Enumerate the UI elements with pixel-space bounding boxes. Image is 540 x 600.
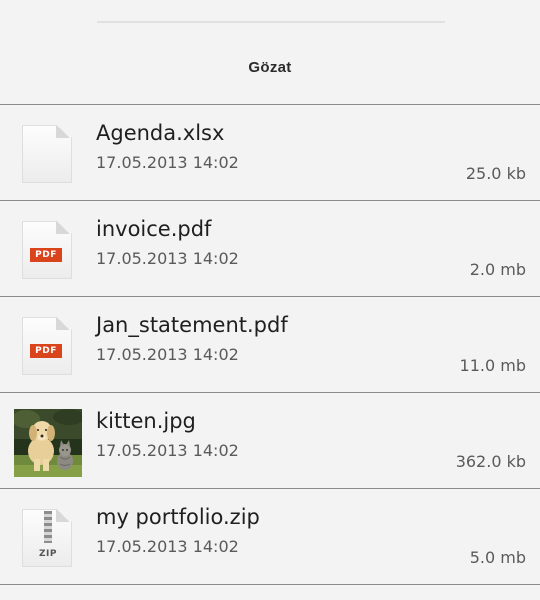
file-name: Agenda.xlsx <box>96 121 225 145</box>
pdf-icon: PDF <box>14 313 82 381</box>
pdf-icon: PDF <box>14 217 82 285</box>
file-date: 17.05.2013 14:02 <box>96 153 239 172</box>
file-row-jan-statement[interactable]: PDF Jan_statement.pdf 17.05.2013 14:02 1… <box>0 297 540 393</box>
file-size: 5.0 mb <box>469 548 526 567</box>
image-thumbnail <box>14 409 82 477</box>
file-size: 25.0 kb <box>465 164 526 183</box>
file-date: 17.05.2013 14:02 <box>96 249 239 268</box>
pdf-badge: PDF <box>30 248 62 262</box>
kitten-photo <box>14 409 82 477</box>
file-date: 17.05.2013 14:02 <box>96 537 239 556</box>
page-title: Gözat <box>248 58 292 76</box>
document-icon <box>14 121 82 189</box>
zip-icon: ZIP <box>14 505 82 573</box>
file-row-agenda[interactable]: Agenda.xlsx 17.05.2013 14:02 25.0 kb <box>0 105 540 201</box>
file-size: 362.0 kb <box>455 452 526 471</box>
file-date: 17.05.2013 14:02 <box>96 441 239 460</box>
file-name: kitten.jpg <box>96 409 196 433</box>
file-name: invoice.pdf <box>96 217 212 241</box>
file-list: Agenda.xlsx 17.05.2013 14:02 25.0 kb PDF… <box>0 105 540 585</box>
zipper-icon <box>44 511 52 543</box>
file-name: Jan_statement.pdf <box>96 313 288 337</box>
file-row-portfolio[interactable]: ZIP my portfolio.zip 17.05.2013 14:02 5.… <box>0 489 540 585</box>
header: Gözat <box>0 0 540 104</box>
file-row-kitten[interactable]: kitten.jpg 17.05.2013 14:02 362.0 kb <box>0 393 540 489</box>
file-date: 17.05.2013 14:02 <box>96 345 239 364</box>
pdf-badge: PDF <box>30 344 62 358</box>
file-size: 2.0 mb <box>469 260 526 279</box>
file-row-invoice[interactable]: PDF invoice.pdf 17.05.2013 14:02 2.0 mb <box>0 201 540 297</box>
zip-badge: ZIP <box>39 549 57 559</box>
file-name: my portfolio.zip <box>96 505 260 529</box>
file-size: 11.0 mb <box>459 356 526 375</box>
